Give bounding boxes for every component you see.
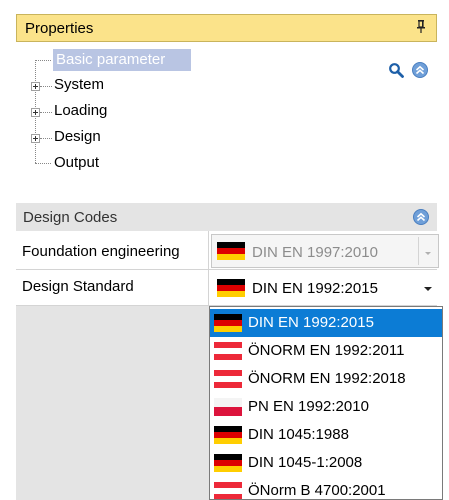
dropdown-option-label: ÖNorm B 4700:2001 — [248, 482, 386, 499]
design-standard-dropdown-list[interactable]: DIN EN 1992:2015 ÖNORM EN 1992:2011 ÖNOR… — [209, 306, 443, 500]
expand-plus-icon[interactable] — [31, 108, 40, 117]
germany-flag-icon — [214, 314, 242, 332]
tree-item-output[interactable]: Output — [54, 154, 99, 171]
austria-flag-icon — [214, 482, 242, 499]
dropdown-option[interactable]: PN EN 1992:2010 — [210, 393, 442, 421]
germany-flag-icon — [214, 454, 242, 472]
search-icon[interactable] — [388, 62, 404, 78]
design-codes-header: Design Codes — [16, 203, 437, 231]
collapse-icon[interactable] — [413, 209, 429, 225]
design-codes-title: Design Codes — [23, 209, 118, 226]
austria-flag-icon — [214, 370, 242, 388]
tree-item-design[interactable]: Design — [54, 128, 101, 145]
grid-column-divider — [208, 231, 209, 306]
dropdown-option-label: DIN EN 1992:2015 — [248, 314, 374, 331]
dropdown-option[interactable]: ÖNORM EN 1992:2018 — [210, 365, 442, 393]
dropdown-option-label: DIN 1045-1:2008 — [248, 454, 363, 471]
grid-row-divider — [16, 269, 437, 270]
collapse-icon[interactable] — [412, 62, 428, 78]
dropdown-option[interactable]: DIN 1045:1988 — [210, 421, 442, 449]
dropdown-option[interactable]: ÖNORM EN 1992:2011 — [210, 337, 442, 365]
austria-flag-icon — [214, 342, 242, 360]
germany-flag-icon — [217, 279, 245, 297]
dropdown-option[interactable]: DIN 1045-1:2008 — [210, 449, 442, 477]
chevron-down-icon[interactable] — [424, 287, 432, 291]
row-label-design-standard: Design Standard — [22, 278, 134, 295]
germany-flag-icon — [217, 242, 245, 260]
tree-item-system[interactable]: System — [54, 76, 104, 93]
expand-plus-icon[interactable] — [31, 134, 40, 143]
tree-connector-line — [35, 60, 51, 61]
tree-item-loading[interactable]: Loading — [54, 102, 107, 119]
pin-icon[interactable] — [416, 19, 426, 35]
design-standard-value: DIN EN 1992:2015 — [252, 280, 378, 297]
properties-title: Properties — [25, 20, 94, 37]
tree-connector-line — [40, 112, 52, 113]
poland-flag-icon — [214, 398, 242, 416]
chevron-down-icon — [425, 252, 431, 255]
row-label-foundation-engineering: Foundation engineering — [22, 243, 180, 260]
dropdown-option-label: PN EN 1992:2010 — [248, 398, 369, 415]
germany-flag-icon — [214, 426, 242, 444]
select-divider — [418, 237, 419, 265]
dropdown-option[interactable]: DIN EN 1992:2015 — [210, 309, 442, 337]
tree-connector-line — [40, 138, 52, 139]
dropdown-option[interactable]: ÖNorm B 4700:2001 — [210, 477, 442, 499]
dropdown-option-label: DIN 1045:1988 — [248, 426, 349, 443]
dropdown-option-label: ÖNORM EN 1992:2011 — [248, 342, 405, 359]
expand-plus-icon[interactable] — [31, 82, 40, 91]
dropdown-option-label: ÖNORM EN 1992:2018 — [248, 370, 406, 387]
tree-connector-line — [35, 163, 51, 164]
tree-item-label: Basic parameter — [56, 51, 166, 68]
foundation-engineering-value: DIN EN 1997:2010 — [252, 244, 378, 261]
tree-connector-line — [40, 86, 52, 87]
properties-header: Properties — [16, 14, 437, 42]
